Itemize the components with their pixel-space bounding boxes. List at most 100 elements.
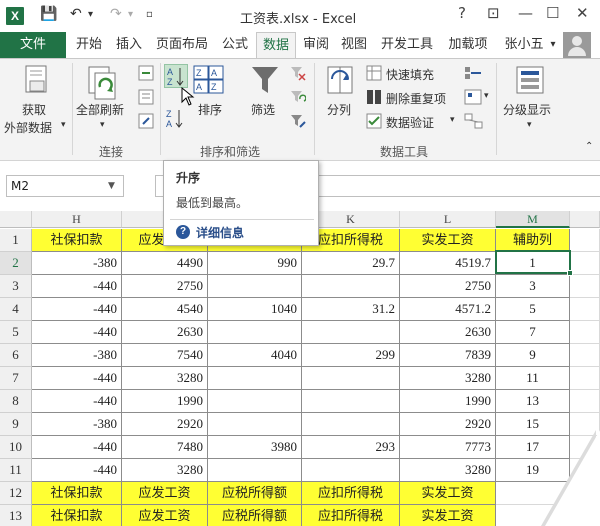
cell-j11[interactable]: [208, 459, 302, 482]
cell-i12[interactable]: 应发工资: [122, 482, 208, 505]
cell-m3[interactable]: 3: [496, 275, 570, 298]
cell-m8[interactable]: 13: [496, 390, 570, 413]
cell-i10[interactable]: 7480: [122, 436, 208, 459]
cell-h6[interactable]: -380: [32, 344, 122, 367]
row-header[interactable]: 6: [0, 344, 32, 367]
cell-i6[interactable]: 7540: [122, 344, 208, 367]
cell-k10[interactable]: 293: [302, 436, 400, 459]
data-validation-arrow-icon[interactable]: ▾: [450, 115, 455, 125]
redo-menu-icon[interactable]: ▾: [128, 9, 133, 20]
cell-l6[interactable]: 7839: [400, 344, 496, 367]
cell-k9[interactable]: [302, 413, 400, 436]
tooltip-more-info-link[interactable]: 详细信息: [196, 224, 244, 241]
cell-k12[interactable]: 应扣所得税: [302, 482, 400, 505]
tab-page-layout[interactable]: 页面布局: [150, 32, 214, 58]
cell-l3[interactable]: 2750: [400, 275, 496, 298]
row-header[interactable]: 8: [0, 390, 32, 413]
row-header[interactable]: 3: [0, 275, 32, 298]
row-header[interactable]: 10: [0, 436, 32, 459]
cell-j8[interactable]: [208, 390, 302, 413]
cell-i2[interactable]: 4490: [122, 252, 208, 275]
cell-l12[interactable]: 实发工资: [400, 482, 496, 505]
properties-icon[interactable]: [138, 89, 154, 105]
cell-n8[interactable]: [570, 390, 600, 413]
cell-i4[interactable]: 4540: [122, 298, 208, 321]
reapply-filter-icon[interactable]: [290, 89, 306, 105]
fill-handle[interactable]: [567, 270, 573, 276]
cell-k3[interactable]: [302, 275, 400, 298]
tab-review[interactable]: 审阅: [298, 32, 334, 58]
cell-h11[interactable]: -440: [32, 459, 122, 482]
cell-h9[interactable]: -380: [32, 413, 122, 436]
what-if-analysis-icon[interactable]: [464, 89, 484, 105]
clear-filter-icon[interactable]: [290, 65, 306, 81]
cell-n1[interactable]: [570, 229, 600, 252]
maximize-button[interactable]: ☐: [546, 4, 559, 22]
cell-j2[interactable]: 990: [208, 252, 302, 275]
cell-k8[interactable]: [302, 390, 400, 413]
cell-m5[interactable]: 7: [496, 321, 570, 344]
cell-k13[interactable]: 应扣所得税: [302, 505, 400, 526]
tab-formulas[interactable]: 公式: [216, 32, 254, 58]
cell-h5[interactable]: -440: [32, 321, 122, 344]
cell-n3[interactable]: [570, 275, 600, 298]
column-header-l[interactable]: L: [400, 211, 496, 228]
name-box[interactable]: M2: [6, 175, 124, 197]
data-validation-button[interactable]: 数据验证: [386, 114, 434, 131]
cell-k6[interactable]: 299: [302, 344, 400, 367]
customize-quick-access-icon[interactable]: ▫: [146, 9, 153, 20]
cell-i3[interactable]: 2750: [122, 275, 208, 298]
cell-i11[interactable]: 3280: [122, 459, 208, 482]
remove-duplicates-button[interactable]: 删除重复项: [386, 90, 446, 107]
cell-k5[interactable]: [302, 321, 400, 344]
select-all-corner[interactable]: [0, 211, 32, 228]
tab-insert[interactable]: 插入: [110, 32, 148, 58]
cell-k4[interactable]: 31.2: [302, 298, 400, 321]
cell-l8[interactable]: 1990: [400, 390, 496, 413]
cell-l7[interactable]: 3280: [400, 367, 496, 390]
minimize-button[interactable]: —: [518, 4, 533, 22]
cell-m1[interactable]: 辅助列: [496, 229, 570, 252]
cell-j9[interactable]: [208, 413, 302, 436]
cell-m6[interactable]: 9: [496, 344, 570, 367]
cell-l11[interactable]: 3280: [400, 459, 496, 482]
row-header[interactable]: 5: [0, 321, 32, 344]
row-header[interactable]: 7: [0, 367, 32, 390]
cell-j7[interactable]: [208, 367, 302, 390]
tab-addins[interactable]: 加载项: [442, 32, 494, 58]
ribbon-display-options-icon[interactable]: ⊡: [487, 4, 500, 22]
cell-h4[interactable]: -440: [32, 298, 122, 321]
cell-j10[interactable]: 3980: [208, 436, 302, 459]
help-button[interactable]: ?: [458, 4, 466, 22]
cell-h8[interactable]: -440: [32, 390, 122, 413]
sort-descending-icon[interactable]: Z A: [164, 107, 186, 131]
cell-i8[interactable]: 1990: [122, 390, 208, 413]
collapse-ribbon-icon[interactable]: ⌃: [585, 141, 593, 152]
cell-n6[interactable]: [570, 344, 600, 367]
column-header-h[interactable]: H: [32, 211, 122, 228]
column-header-m[interactable]: M: [496, 211, 570, 228]
cell-l13[interactable]: 实发工资: [400, 505, 496, 526]
cell-l1[interactable]: 实发工资: [400, 229, 496, 252]
row-header[interactable]: 4: [0, 298, 32, 321]
what-if-arrow-icon[interactable]: ▾: [484, 91, 489, 101]
cell-l4[interactable]: 4571.2: [400, 298, 496, 321]
row-header[interactable]: 9: [0, 413, 32, 436]
save-icon[interactable]: 💾: [40, 6, 57, 22]
cell-i9[interactable]: 2920: [122, 413, 208, 436]
cell-i13[interactable]: 应发工资: [122, 505, 208, 526]
user-name[interactable]: 张小五: [500, 32, 548, 58]
connections-icon[interactable]: [138, 65, 154, 81]
relationships-icon[interactable]: [464, 113, 484, 129]
cell-k7[interactable]: [302, 367, 400, 390]
cell-k2[interactable]: 29.7: [302, 252, 400, 275]
row-header[interactable]: 11: [0, 459, 32, 482]
tab-view[interactable]: 视图: [336, 32, 372, 58]
cell-n7[interactable]: [570, 367, 600, 390]
consolidate-icon[interactable]: [464, 65, 484, 81]
cell-m7[interactable]: 11: [496, 367, 570, 390]
cell-l5[interactable]: 2630: [400, 321, 496, 344]
redo-icon[interactable]: ↷: [110, 6, 122, 22]
cell-h7[interactable]: -440: [32, 367, 122, 390]
edit-links-icon[interactable]: [138, 113, 154, 129]
